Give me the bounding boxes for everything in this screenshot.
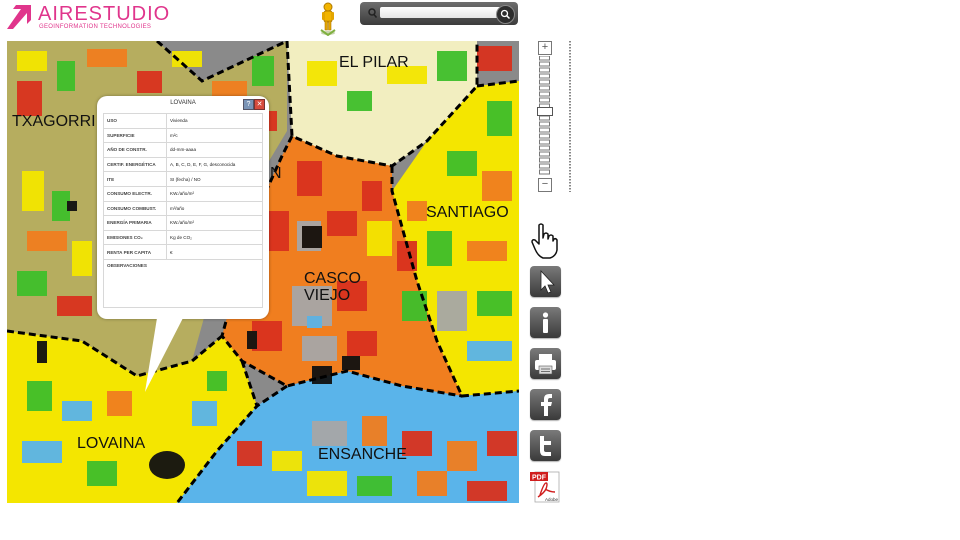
attr-key: OBSERVACIONES [103, 258, 263, 308]
airestudio-logo: AIRESTUDIO GEOINFORMATION TECHNOLOGIES [7, 3, 169, 33]
attr-value: KW./año/m² [166, 185, 263, 202]
table-row: CONSUMO COMBUST. m³/año [103, 200, 263, 217]
attr-value: Kg de CO₂ [166, 229, 263, 246]
district-label-ensanche: ENSANCHE [318, 446, 407, 463]
attr-key: EMISIONES CO₂ [103, 229, 167, 246]
attr-key: CONSUMO ELECTR. [103, 185, 167, 202]
facebook-share-button[interactable] [530, 389, 561, 420]
attr-value: A, B, C, D, E, F, G, desconocida [166, 156, 263, 173]
attributes-table: USO Vivienda SUPERFICIE m²c AÑO DE CONSTR.… [103, 113, 263, 308]
panel-divider [569, 41, 571, 192]
search-go-button[interactable] [496, 5, 515, 24]
attr-value: KW./año/m² [166, 215, 263, 231]
attr-key: CERTIF. ENERGÉTICA [103, 156, 167, 173]
attr-key: SUPERFICIE [103, 127, 167, 144]
info-popup: LOVAINA ? ✕ USO Vivienda SUPERFICIE m²c AÑ… [97, 96, 269, 319]
attr-key: RENTA PER CAPITA [103, 244, 167, 260]
attr-key: ENERGÍA PRIMARIA [103, 215, 167, 231]
attr-value: m³/año [166, 200, 263, 217]
popup-close-button[interactable]: ✕ [254, 99, 265, 110]
attr-value: € [166, 244, 263, 260]
hand-cursor-icon[interactable] [530, 222, 560, 260]
printer-icon [535, 354, 556, 375]
search-icon [368, 8, 377, 18]
district-label-casco-viejo: CASCO VIEJO [304, 270, 361, 304]
pegman-icon[interactable] [318, 2, 338, 36]
zoom-in-button[interactable]: + [538, 41, 552, 55]
table-row: AÑO DE CONSTR. dd-mm-aaaa [103, 142, 263, 158]
attr-key: ITE [103, 171, 167, 187]
attr-value: Vivienda [166, 113, 263, 129]
district-label-txagorri: TXAGORRI [12, 113, 96, 130]
airestudio-arrow-icon [7, 5, 31, 29]
table-row: EMISIONES CO₂ Kg de CO₂ [103, 229, 263, 246]
search-input[interactable] [380, 7, 510, 18]
adobe-label: Adobe [545, 497, 559, 502]
attr-value: m²c [166, 127, 263, 144]
twitter-icon [540, 436, 551, 456]
district-label-partial: N [270, 165, 282, 182]
table-row-observaciones: OBSERVACIONES [103, 258, 263, 308]
district-label-santiago: SANTIAGO [426, 204, 509, 221]
attr-value: dd-mm-aaaa [166, 142, 263, 158]
brand-tagline: GEOINFORMATION TECHNOLOGIES [39, 24, 152, 30]
print-button[interactable] [530, 348, 561, 379]
table-row: CERTIF. ENERGÉTICA A, B, C, D, E, F, G, d… [103, 156, 263, 173]
table-row: RENTA PER CAPITA € [103, 244, 263, 260]
attr-key: CONSUMO COMBUST. [103, 200, 167, 217]
attr-key: USO [103, 113, 167, 129]
pdf-export-button[interactable]: PDF Adobe [530, 471, 561, 503]
info-icon [542, 312, 549, 333]
search-bar [360, 2, 518, 25]
zoom-out-button[interactable]: − [538, 178, 552, 192]
table-row: CONSUMO ELECTR. KW./año/m² [103, 185, 263, 202]
select-tool-button[interactable] [530, 266, 561, 297]
table-row: ENERGÍA PRIMARIA KW./año/m² [103, 215, 263, 231]
info-tool-button[interactable] [530, 307, 561, 338]
pdf-label: PDF [532, 475, 547, 482]
brand-name: AIRESTUDIO [38, 3, 171, 25]
popup-help-button[interactable]: ? [243, 99, 254, 110]
attr-value: SI (fecha) / NO [166, 171, 263, 187]
district-label-el-pilar: EL PILAR [339, 54, 409, 71]
table-row: USO Vivienda [103, 113, 263, 129]
zoom-slider-thumb[interactable] [537, 107, 553, 117]
attr-key: AÑO DE CONSTR. [103, 142, 167, 158]
table-row: ITE SI (fecha) / NO [103, 171, 263, 187]
search-go-icon [500, 9, 511, 20]
twitter-share-button[interactable] [530, 430, 561, 461]
arrow-cursor-icon [540, 269, 555, 294]
facebook-icon [541, 394, 552, 416]
table-row: SUPERFICIE m²c [103, 127, 263, 144]
popup-pointer [145, 318, 183, 392]
district-label-lovaina: LOVAINA [77, 435, 146, 452]
